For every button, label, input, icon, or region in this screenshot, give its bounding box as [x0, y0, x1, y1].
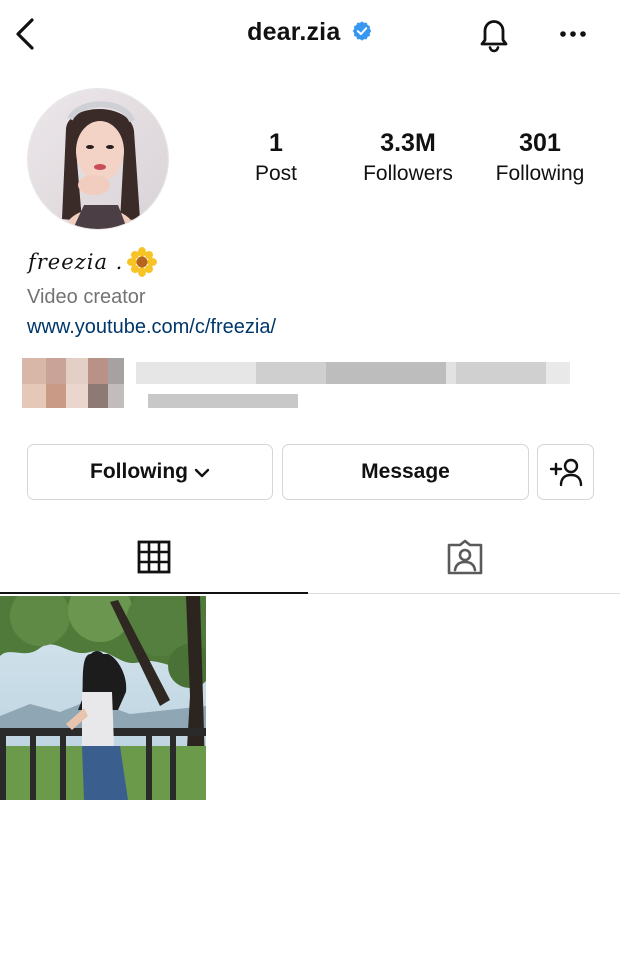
tab-tagged[interactable] — [310, 520, 620, 594]
following-stat[interactable]: 301 Following — [484, 128, 596, 189]
top-bar: dear.zia — [0, 0, 620, 70]
chevron-down-icon — [194, 468, 210, 478]
post-thumbnail[interactable] — [0, 596, 206, 800]
avatar-image — [28, 89, 168, 229]
following-button-label: Following — [90, 460, 188, 483]
profile-avatar[interactable] — [27, 88, 169, 230]
following-button[interactable]: Following — [27, 444, 273, 500]
posts-label: Post — [254, 162, 298, 185]
verified-badge-icon — [352, 21, 372, 41]
tagged-icon — [447, 539, 483, 575]
posts-stat[interactable]: 1 Post — [236, 128, 316, 189]
followers-stat[interactable]: 3.3M Followers — [348, 128, 468, 189]
following-count: 301 — [519, 129, 561, 157]
add-person-icon — [549, 458, 582, 487]
tab-posts-grid[interactable] — [0, 520, 308, 594]
followers-count: 3.3M — [380, 129, 436, 157]
active-tab-indicator — [0, 592, 308, 594]
grid-icon — [137, 540, 171, 574]
more-options-button[interactable] — [556, 20, 590, 48]
sunflower-emoji-icon — [127, 247, 158, 277]
display-name: freezia . — [28, 250, 124, 274]
profile-category: Video creator — [27, 286, 146, 308]
followers-label: Followers — [363, 162, 453, 185]
profile-username: dear.zia — [247, 18, 341, 46]
bell-icon — [480, 20, 508, 53]
pixelated-redaction — [22, 358, 570, 408]
suggested-accounts-button[interactable] — [537, 444, 594, 500]
message-button[interactable]: Message — [282, 444, 529, 500]
profile-tabs — [0, 520, 620, 594]
more-dots-icon — [560, 31, 586, 37]
profile-website-link[interactable]: www.youtube.com/c/freezia/ — [27, 316, 276, 339]
following-label: Following — [495, 162, 585, 185]
username-header: dear.zia — [0, 18, 620, 47]
message-button-label: Message — [361, 460, 450, 483]
post-image — [0, 596, 206, 800]
notifications-button[interactable] — [474, 14, 514, 54]
posts-count: 1 — [269, 129, 283, 157]
display-name-line: freezia . — [28, 246, 158, 278]
redacted-bio-content — [22, 358, 582, 414]
